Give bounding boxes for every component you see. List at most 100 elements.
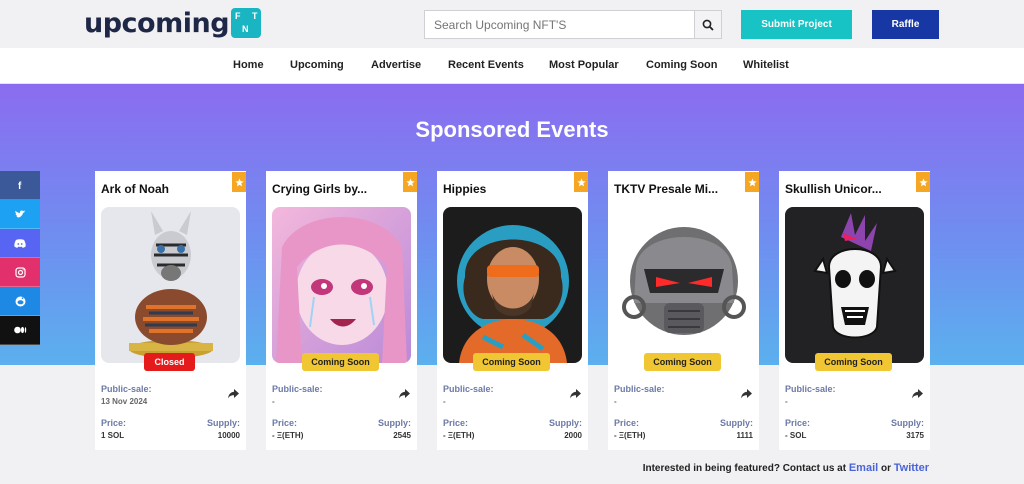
event-card[interactable]: Ark of Noah Closed Public-sale: 13 Nov 2… (95, 171, 246, 450)
social-sidebar: f (0, 171, 40, 345)
price-value: 1 SOL (101, 431, 125, 440)
share-icon[interactable] (570, 389, 581, 399)
share-icon[interactable] (912, 389, 923, 399)
card-image[interactable] (614, 207, 753, 363)
share-icon[interactable] (741, 389, 752, 399)
supply-label: Supply: (720, 418, 753, 428)
nav-coming-soon[interactable]: Coming Soon (646, 59, 718, 71)
price-label: Price: (443, 418, 469, 428)
social-facebook[interactable]: f (0, 171, 40, 200)
public-sale-label: Public-sale: (785, 384, 836, 394)
supply-label: Supply: (207, 418, 240, 428)
facebook-icon: f (18, 181, 22, 190)
star-icon (747, 177, 757, 186)
share-icon[interactable] (228, 389, 239, 399)
nav-most-popular[interactable]: Most Popular (549, 59, 619, 71)
star-icon (576, 177, 586, 186)
public-sale-label: Public-sale: (272, 384, 323, 394)
status-badge: Coming Soon (815, 353, 892, 371)
public-sale-value: - (614, 397, 617, 406)
star-icon (405, 177, 415, 186)
price-value: - Ξ(ETH) (443, 431, 475, 440)
event-card[interactable]: Skullish Unicor... Coming Soon Public-sa… (779, 171, 930, 450)
social-discord[interactable] (0, 229, 40, 258)
search-input[interactable] (425, 11, 694, 38)
nav-upcoming[interactable]: Upcoming (290, 59, 344, 71)
svg-text:f: f (18, 181, 22, 190)
card-image[interactable] (272, 207, 411, 363)
nav-recent-events[interactable]: Recent Events (448, 59, 524, 71)
supply-value: 2000 (564, 431, 582, 440)
price-value: - Ξ(ETH) (614, 431, 646, 440)
card-image[interactable] (443, 207, 582, 363)
star-icon (234, 177, 244, 186)
submit-project-button[interactable]: Submit Project (741, 10, 852, 39)
main-nav: Home Upcoming Advertise Recent Events Mo… (0, 48, 1024, 84)
email-link[interactable]: Email (849, 462, 878, 474)
public-sale-value: - (272, 397, 275, 406)
price-value: - Ξ(ETH) (272, 431, 304, 440)
twitter-link[interactable]: Twitter (894, 462, 929, 474)
featured-cta: Interested in being featured? Contact us… (643, 462, 929, 474)
supply-label: Supply: (891, 418, 924, 428)
card-title[interactable]: Hippies (443, 182, 563, 196)
nav-advertise[interactable]: Advertise (371, 59, 421, 71)
featured-star (745, 172, 759, 192)
social-reddit[interactable] (0, 287, 40, 316)
nav-home[interactable]: Home (233, 59, 264, 71)
logo-letter-n: N (242, 24, 249, 34)
share-icon[interactable] (399, 389, 410, 399)
status-badge: Closed (144, 353, 195, 371)
featured-text: Interested in being featured? Contact us… (642, 463, 847, 474)
event-card[interactable]: Crying Girls by... Coming Soon Public-sa… (266, 171, 417, 450)
instagram-icon (14, 266, 26, 278)
card-image[interactable] (785, 207, 924, 363)
social-instagram[interactable] (0, 258, 40, 287)
price-label: Price: (101, 418, 127, 428)
card-title[interactable]: Ark of Noah (101, 182, 221, 196)
card-image[interactable] (101, 207, 240, 363)
top-header: upcoming F N T Submit Project Raffle (0, 0, 1024, 48)
site-logo[interactable]: upcoming F N T (84, 6, 262, 40)
featured-star (574, 172, 588, 192)
social-twitter[interactable] (0, 200, 40, 229)
search-button[interactable] (694, 11, 721, 38)
card-title[interactable]: Skullish Unicor... (785, 182, 905, 196)
featured-or: or (880, 463, 891, 474)
search-bar (424, 10, 722, 39)
public-sale-label: Public-sale: (101, 384, 152, 394)
logo-letter-f: F (235, 11, 241, 21)
featured-star (403, 172, 417, 192)
price-label: Price: (614, 418, 640, 428)
featured-star (232, 172, 246, 192)
logo-letter-t: T (252, 11, 258, 21)
medium-icon (13, 326, 26, 334)
supply-value: 3175 (906, 431, 924, 440)
supply-value: 1111 (736, 431, 753, 440)
nav-whitelist[interactable]: Whitelist (743, 59, 789, 71)
supply-label: Supply: (549, 418, 582, 428)
raffle-button[interactable]: Raffle (872, 10, 939, 39)
public-sale-value: - (443, 397, 446, 406)
social-medium[interactable] (0, 316, 40, 345)
price-label: Price: (785, 418, 811, 428)
supply-value: 10000 (217, 431, 240, 440)
featured-star (916, 172, 930, 192)
price-value: - SOL (785, 431, 807, 440)
public-sale-label: Public-sale: (614, 384, 665, 394)
supply-value: 2545 (393, 431, 411, 440)
section-title: Sponsored Events (415, 117, 609, 142)
logo-text: upcoming (84, 7, 230, 39)
search-icon (702, 19, 714, 31)
card-title[interactable]: TKTV Presale Mi... (614, 182, 734, 196)
event-card[interactable]: TKTV Presale Mi... Coming Soon Public-sa… (608, 171, 759, 450)
status-badge: Coming Soon (644, 353, 721, 371)
card-title[interactable]: Crying Girls by... (272, 182, 392, 196)
discord-icon (14, 238, 26, 248)
supply-label: Supply: (378, 418, 411, 428)
event-card[interactable]: Hippies Coming Soon Public-sale: - Price… (437, 171, 588, 450)
public-sale-value: - (785, 397, 788, 406)
twitter-icon (14, 209, 25, 218)
public-sale-label: Public-sale: (443, 384, 494, 394)
price-label: Price: (272, 418, 298, 428)
